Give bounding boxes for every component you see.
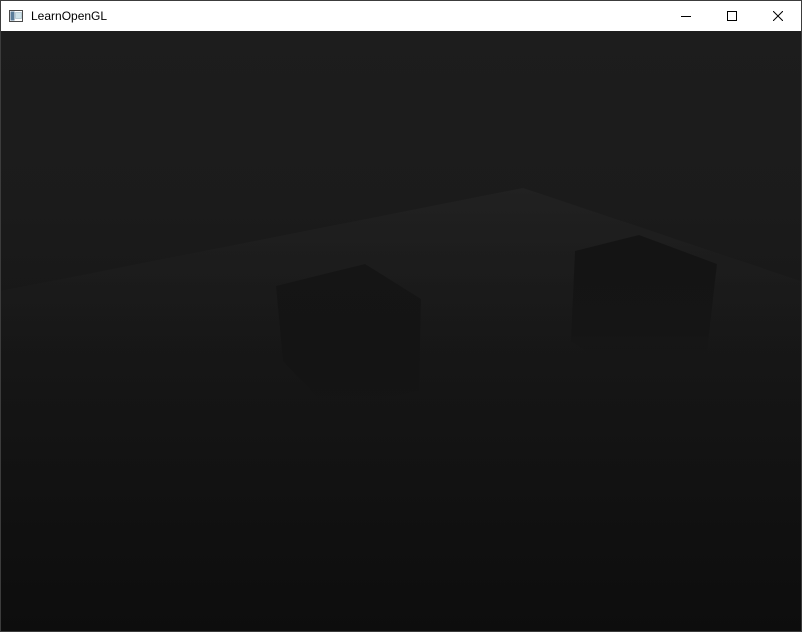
window-title: LearnOpenGL xyxy=(31,9,108,23)
app-window-icon xyxy=(9,9,23,22)
maximize-button[interactable] xyxy=(709,1,755,31)
opengl-viewport[interactable] xyxy=(1,31,801,631)
maximize-icon xyxy=(727,11,737,21)
scene-canvas xyxy=(1,188,801,411)
close-button[interactable] xyxy=(755,1,801,31)
minimize-icon xyxy=(681,16,691,17)
title-bar[interactable]: LearnOpenGL xyxy=(1,1,801,31)
close-icon xyxy=(773,11,783,21)
cube-left xyxy=(276,264,421,411)
minimize-button[interactable] xyxy=(663,1,709,31)
app-window: LearnOpenGL xyxy=(0,0,802,632)
